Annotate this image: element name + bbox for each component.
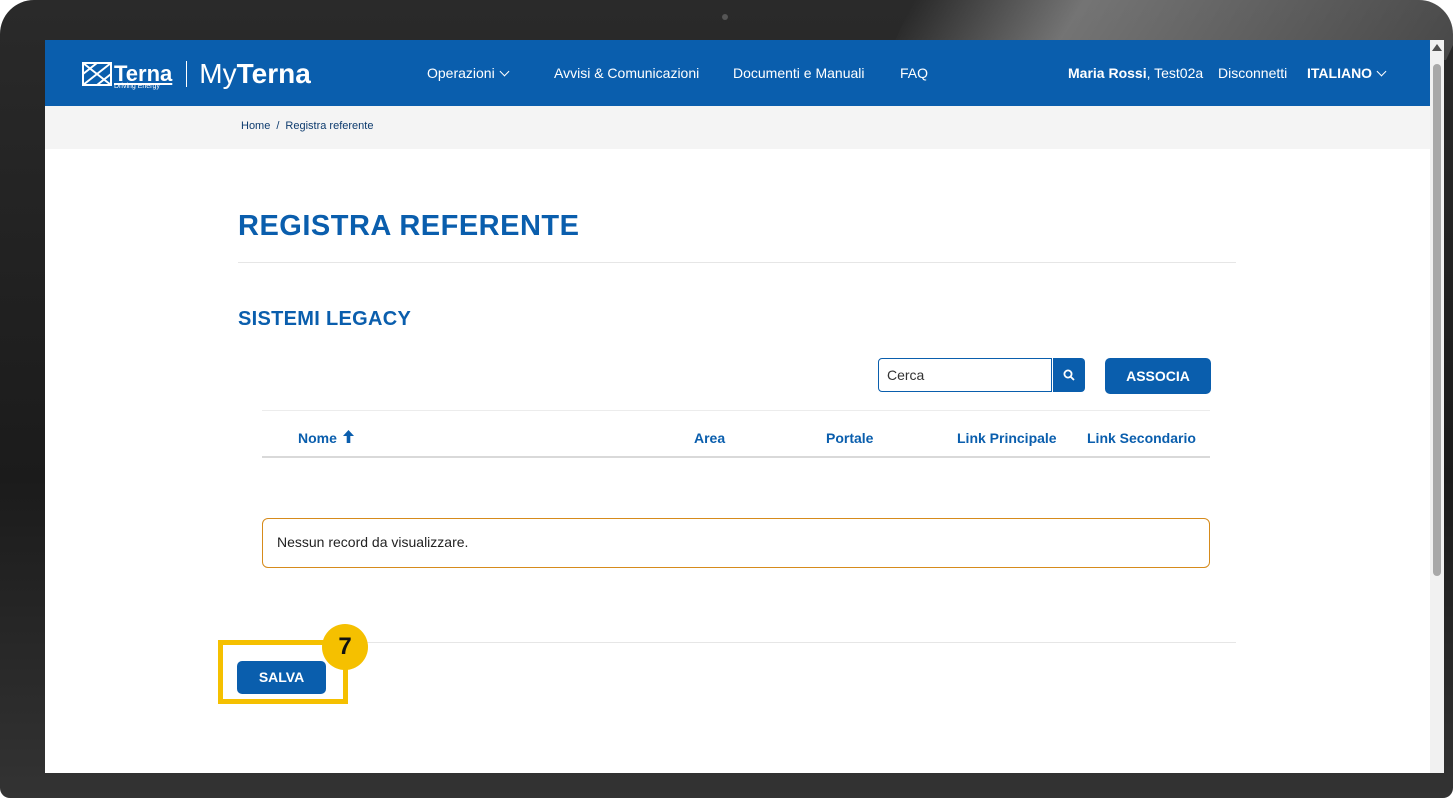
browser-viewport: Terna Driving Energy MyTerna Operazioni …	[45, 40, 1430, 773]
scroll-up-arrow-icon[interactable]	[1432, 44, 1442, 51]
chevron-down-icon	[1376, 66, 1387, 77]
breadcrumb-bar: Home / Registra referente	[45, 106, 1430, 149]
empty-message-text: Nessun record da visualizzare.	[277, 534, 469, 550]
nav-operazioni[interactable]: Operazioni	[427, 65, 510, 81]
section-title: SISTEMI LEGACY	[238, 308, 412, 330]
column-header-area[interactable]: Area	[694, 430, 725, 446]
user-account: , Test02a	[1146, 65, 1204, 81]
footer-divider	[238, 642, 1236, 643]
myterna-suffix: Terna	[236, 58, 311, 89]
webcam	[722, 14, 728, 20]
nav-operazioni-label: Operazioni	[427, 65, 495, 81]
column-header-portale[interactable]: Portale	[826, 430, 873, 446]
empty-table-message: Nessun record da visualizzare.	[262, 518, 1210, 568]
table-header-divider	[262, 456, 1210, 458]
column-header-nome-label: Nome	[298, 430, 337, 446]
column-header-link-principale[interactable]: Link Principale	[957, 430, 1057, 446]
myterna-logo: MyTerna	[199, 58, 311, 90]
vertical-scrollbar[interactable]	[1430, 40, 1444, 773]
terna-logo[interactable]: Terna Driving Energy MyTerna	[82, 58, 311, 90]
associa-button[interactable]: ASSOCIA	[1105, 358, 1211, 394]
column-header-link-secondario[interactable]: Link Secondario	[1087, 430, 1196, 446]
top-navigation-bar: Terna Driving Energy MyTerna Operazioni …	[45, 40, 1430, 106]
nav-faq[interactable]: FAQ	[900, 65, 928, 81]
language-selector[interactable]: ITALIANO	[1307, 65, 1387, 81]
title-divider	[238, 262, 1236, 263]
nav-documenti-manuali[interactable]: Documenti e Manuali	[733, 65, 865, 81]
table-top-divider	[262, 410, 1210, 411]
terna-logo-icon	[82, 62, 112, 86]
search-input[interactable]	[878, 358, 1052, 392]
scrollbar-thumb[interactable]	[1433, 64, 1441, 576]
logout-link[interactable]: Disconnetti	[1218, 65, 1287, 81]
user-info: Maria Rossi, Test02a	[1068, 65, 1203, 81]
language-label: ITALIANO	[1307, 65, 1373, 81]
page-title: REGISTRA REFERENTE	[238, 210, 580, 242]
breadcrumb-current: Registra referente	[285, 120, 374, 132]
column-header-nome[interactable]: Nome	[298, 430, 354, 446]
chevron-down-icon	[499, 66, 510, 77]
search-icon	[1063, 369, 1075, 381]
tutorial-step-badge: 7	[322, 624, 368, 670]
breadcrumb: Home / Registra referente	[241, 120, 373, 132]
breadcrumb-home[interactable]: Home	[241, 120, 270, 132]
breadcrumb-separator: /	[276, 120, 280, 132]
myterna-prefix: My	[199, 58, 237, 89]
search-button[interactable]	[1053, 358, 1085, 392]
logo-divider	[186, 61, 188, 87]
user-name: Maria Rossi	[1068, 65, 1147, 81]
salva-button[interactable]: SALVA	[237, 661, 326, 694]
sort-ascending-icon	[342, 430, 354, 446]
nav-avvisi-comunicazioni[interactable]: Avvisi & Comunicazioni	[554, 65, 699, 81]
logo-tagline: Driving Energy	[114, 82, 160, 90]
